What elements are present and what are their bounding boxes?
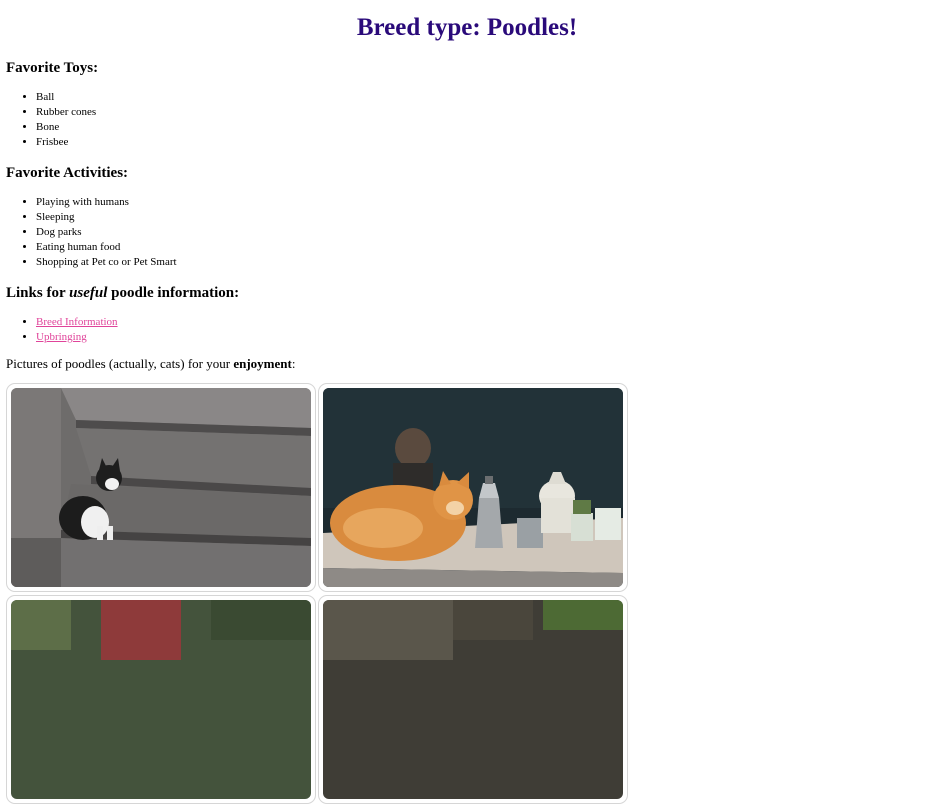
list-item: Playing with humans (36, 195, 177, 210)
page-title: Breed type: Poodles! (356, 14, 578, 41)
links-list: Breed Information Upbringing (6, 315, 118, 345)
list-item: Upbringing (36, 330, 118, 345)
links-heading-suffix: poodle information: (107, 285, 240, 301)
pictures-intro-bold: enjoyment (233, 356, 292, 371)
pictures-intro-suffix: : (291, 356, 296, 371)
list-item: Sleeping (36, 210, 177, 225)
photo-tile (6, 383, 316, 592)
photo-tile (6, 595, 316, 804)
list-item: Eating human food (36, 240, 177, 255)
cat-photo-4 (323, 600, 623, 799)
orange-cat-photo (323, 388, 623, 587)
list-item: Breed Information (36, 315, 118, 330)
activities-list: Playing with humans Sleeping Dog parks E… (6, 195, 177, 270)
toys-heading: Favorite Toys: (6, 60, 99, 76)
activities-heading: Favorite Activities: (6, 165, 129, 181)
breed-information-link[interactable]: Breed Information (36, 316, 118, 328)
photo-tile (318, 383, 628, 592)
links-heading-emphasis: useful (69, 285, 108, 301)
list-item: Rubber cones (36, 105, 96, 120)
list-item: Ball (36, 90, 96, 105)
list-item: Bone (36, 120, 96, 135)
photo-tile (318, 595, 628, 804)
list-item: Frisbee (36, 135, 96, 150)
pictures-intro-prefix: Pictures of poodles (actually, cats) for… (6, 356, 234, 371)
links-heading-prefix: Links for (6, 285, 70, 301)
upbringing-link[interactable]: Upbringing (36, 331, 87, 343)
cat-on-steps-photo (11, 388, 311, 587)
list-item: Shopping at Pet co or Pet Smart (36, 255, 177, 270)
list-item: Dog parks (36, 225, 177, 240)
links-heading: Links for useful poodle information: (6, 285, 239, 302)
page: Breed type: Poodles! Favorite Toys: Ball… (0, 0, 934, 804)
pictures-intro: Pictures of poodles (actually, cats) for… (6, 356, 295, 372)
cat-photo-3 (11, 600, 311, 799)
toys-list: Ball Rubber cones Bone Frisbee (6, 90, 96, 150)
